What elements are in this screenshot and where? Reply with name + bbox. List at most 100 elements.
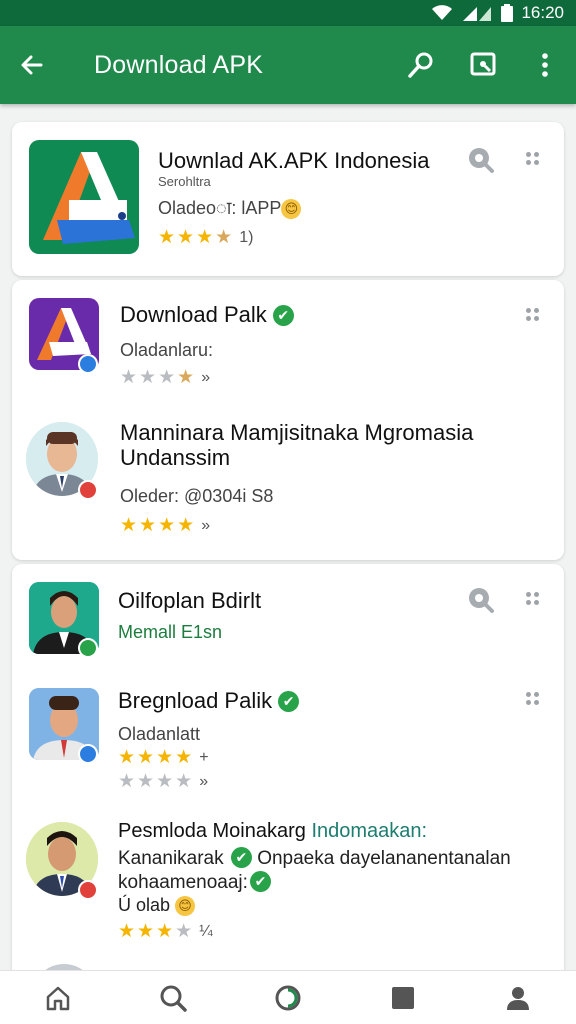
rating-stars: ★ ★ ★ ★ + [118,748,209,767]
star-icon: ★ [158,227,176,248]
star-icon: ★ [175,771,193,792]
scan-icon [470,52,496,76]
app-title-text: Bregnload Palik [118,688,273,713]
star-icon: ★ [175,921,193,942]
nav-search[interactable] [115,971,230,1024]
rating-count: » [201,516,211,534]
rating-count: » [199,772,209,790]
app-title-line: Manninara Mamjisitnaka Mgromasia [120,420,474,445]
app-list: Uownlad AK.APK Indonesia Serohltra Olade… [0,104,576,970]
page-title: Download APK [94,50,264,79]
app-title: Oilfoplan Bdirlt [118,588,262,613]
star-icon: ★ [118,921,136,942]
back-arrow-icon [21,55,43,75]
star-icon: ★ [137,921,155,942]
verified-icon: ✔ [230,847,252,868]
status-time: 16:20 [521,3,564,22]
app-icon-download-apk [29,140,139,254]
app-title-line: Undanssim [120,445,231,470]
rating-stars-secondary: ★ ★ ★ ★» [118,772,208,791]
app-subtitle: Oladanlaru: [120,340,214,360]
rating-stars: ★ ★ ★ ★ 1) [158,228,253,247]
desc-text: Onpaeka dayelananentanalan [257,848,511,869]
wifi-icon [432,5,453,20]
smile-emoji-icon: 😊 [175,896,196,916]
search-icon [408,52,433,78]
library-icon [392,986,415,1009]
update-badge-icon [78,744,98,764]
search-icon [160,985,187,1012]
app-description: Ú olab 😊 [118,895,196,916]
star-icon: ★ [137,771,155,792]
rating-stars: ★ ★ ★ ★» [120,516,210,535]
magnify-icon [469,148,494,173]
star-icon: ★ [158,367,176,388]
app-title: Manninara Mamjisitnaka Mgromasia Undanssi… [120,420,550,470]
bottom-navigation [0,970,576,1024]
star-half-icon: ★ [215,227,233,248]
desc-text: kohaamenoaaj: [118,872,248,893]
app-title-text: Pesmloda Moinakarg [118,820,306,842]
star-icon: ★ [118,747,136,768]
star-icon: ★ [177,515,195,536]
app-card[interactable]: Download Palk ✔ Oladanlaru: ★ ★ ★ ★» Mannina… [12,280,564,560]
profile-icon [507,986,530,1010]
status-bar: 16:20 [0,0,576,26]
star-icon: ★ [196,227,214,248]
app-description: kohaamenoaaj: ✔ [118,871,271,894]
updates-icon [275,985,301,1010]
desc-text: Kananikarak [118,848,224,869]
star-icon: ★ [156,747,174,768]
app-title-text: Download Palk [120,302,267,327]
magnify-icon [469,588,494,613]
more-options-button[interactable] [514,26,576,104]
rating-count: » [201,368,211,386]
star-half-icon: ★ [177,367,195,388]
app-subtitle: Memall E1sn [118,622,223,642]
rating-count: 1) [239,228,254,246]
app-card[interactable]: Uownlad AK.APK Indonesia Serohltra Olade… [12,122,564,276]
verified-icon: ✔ [278,691,300,712]
nav-library[interactable] [346,971,461,1024]
rating-stars: ★ ★ ★ ★» [120,368,210,387]
nav-updates[interactable] [230,971,345,1024]
drag-handle-icon[interactable] [526,592,540,606]
app-search-button[interactable] [467,586,495,614]
star-icon: ★ [156,771,174,792]
star-icon: ★ [156,921,174,942]
app-description: Kananikarak ✔ Onpaeka dayelananentanalan [118,847,511,870]
star-icon: ★ [139,367,157,388]
star-icon: ★ [175,747,193,768]
battery-icon [501,4,514,22]
smile-emoji-icon: 😊 [281,199,302,219]
verified-icon: ✔ [272,305,294,326]
drag-handle-icon[interactable] [526,308,540,322]
app-subtitle: Oleder: @0304i S8 [120,486,274,506]
app-caption: Serohltra [158,174,211,189]
drag-handle-icon[interactable] [526,692,540,706]
search-button[interactable] [390,26,452,104]
back-button[interactable] [0,26,64,104]
drag-handle-icon[interactable] [526,152,540,166]
app-search-button[interactable] [467,146,495,174]
app-bar: Download APK [0,26,576,104]
verified-icon: ✔ [249,871,271,892]
app-title: Bregnload Palik ✔ [118,688,300,714]
star-icon: ★ [118,771,136,792]
alert-badge-icon [78,480,98,500]
home-icon [46,986,69,1010]
star-icon: ★ [177,227,195,248]
app-card[interactable]: Oilfoplan Bdirlt Memall E1sn Bregnload P… [12,564,564,970]
rating-count: + [199,748,209,766]
app-title: Pesmloda Moinakarg Indomaakan: [118,820,427,843]
star-icon: ★ [139,515,157,536]
scan-button[interactable] [452,26,514,104]
app-title-accent: Indomaakan: [311,820,428,842]
nav-home[interactable] [0,971,115,1024]
star-icon: ★ [120,367,138,388]
app-subtitle-text: Oladeoा: lAPP [158,198,282,218]
nav-profile[interactable] [461,971,576,1024]
signal-icon [463,7,492,21]
check-badge-icon [78,638,98,658]
app-title: Download Palk ✔ [120,302,294,328]
